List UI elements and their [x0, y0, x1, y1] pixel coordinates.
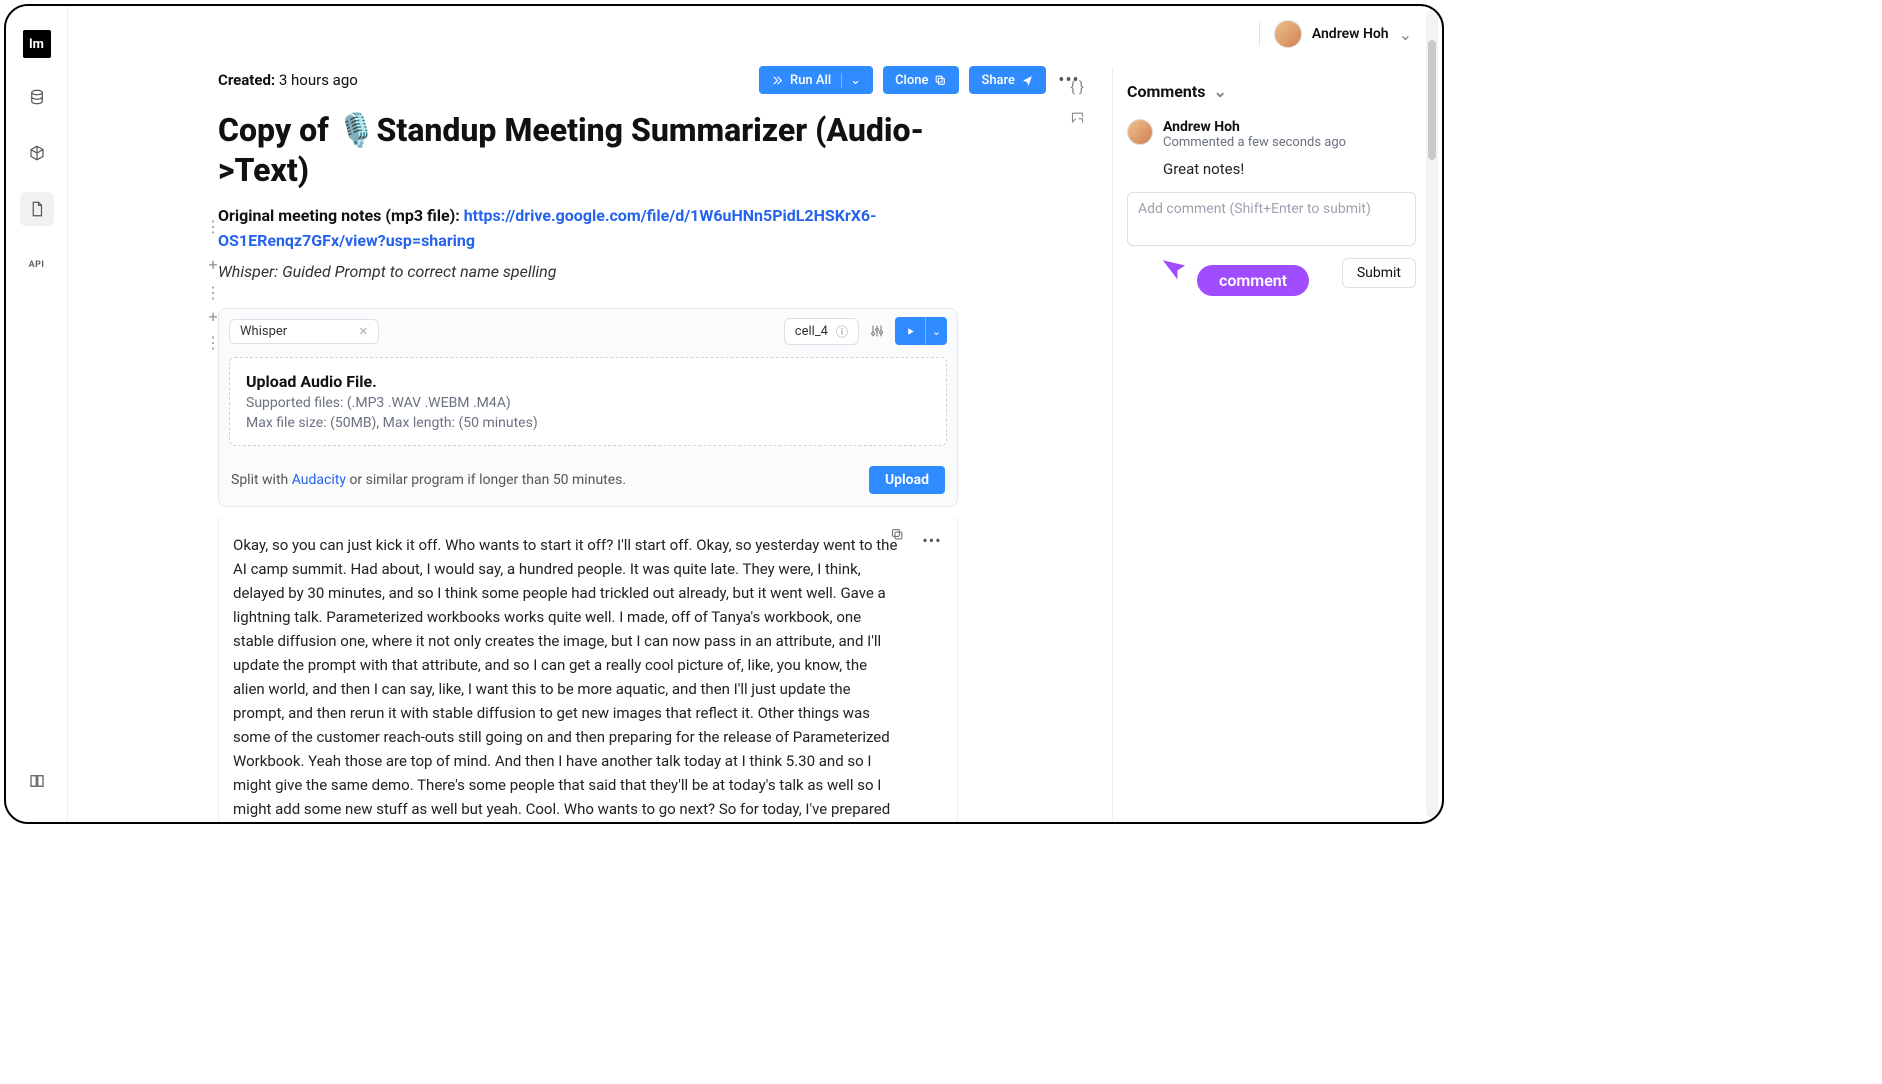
notes-prefix: Original meeting notes (mp3 file): [218, 206, 464, 225]
block-menu-icon[interactable]: ⋮ [203, 332, 223, 352]
created-value: 3 hours ago [279, 71, 358, 89]
submit-button[interactable]: Submit [1342, 258, 1416, 288]
run-cell-dropdown[interactable]: ⌄ [925, 317, 947, 345]
upload-supported: Supported files: (.MP3 .WAV .WEBM .M4A) [246, 395, 930, 411]
whisper-cell: Whisper ✕ cell_4 ⓘ ⌄ [218, 308, 958, 507]
braces-icon[interactable]: { } [1070, 78, 1084, 96]
clone-button[interactable]: Clone [883, 66, 959, 94]
annotation-pill: comment [1197, 265, 1309, 296]
run-all-button[interactable]: Run All ⌄ [759, 66, 873, 94]
comments-panel: Comments ⌄ Andrew Hoh Commented a few se… [1112, 68, 1422, 822]
page-scrollbar[interactable] [1426, 10, 1438, 818]
comment-time: Commented a few seconds ago [1163, 135, 1346, 150]
output-more-icon[interactable]: ••• [919, 527, 945, 553]
chevron-down-icon[interactable]: ⌄ [841, 73, 861, 88]
upload-button[interactable]: Upload [869, 466, 945, 494]
comment-item: Andrew Hoh Commented a few seconds ago G… [1127, 119, 1416, 178]
comment-text: Great notes! [1163, 160, 1346, 178]
user-name: Andrew Hoh [1312, 26, 1389, 42]
share-label: Share [981, 73, 1015, 88]
whisper-note: Whisper: Guided Prompt to correct name s… [218, 260, 918, 285]
cell-id-chip[interactable]: cell_4 ⓘ [784, 318, 859, 345]
doc-side-tools: { } [1062, 78, 1092, 129]
nav-database-icon[interactable] [20, 80, 54, 114]
divider [1259, 22, 1260, 46]
cell-id-value: cell_4 [795, 324, 828, 339]
created-label: Created: [218, 71, 275, 89]
block-gutter: ⋮ [198, 216, 228, 236]
copy-icon[interactable] [890, 527, 905, 553]
clone-label: Clone [895, 73, 928, 88]
comment-input[interactable]: Add comment (Shift+Enter to submit) [1127, 192, 1416, 246]
upload-dropzone[interactable]: Upload Audio File. Supported files: (.MP… [229, 357, 947, 446]
run-cell-button[interactable] [895, 317, 925, 345]
transcript-text: Okay, so you can just kick it off. Who w… [233, 533, 901, 822]
audacity-link[interactable]: Audacity [292, 472, 346, 488]
comments-heading[interactable]: Comments ⌄ [1127, 82, 1416, 101]
add-block-icon[interactable]: + [203, 306, 223, 326]
block-menu-icon[interactable]: ⋮ [203, 282, 223, 302]
notes-paragraph: Original meeting notes (mp3 file): https… [218, 204, 918, 254]
created-meta: Created: 3 hours ago [218, 71, 358, 89]
block-menu-icon[interactable]: ⋮ [203, 216, 223, 236]
comments-heading-label: Comments [1127, 82, 1205, 101]
split-prefix: Split with [231, 472, 292, 488]
upload-label: Upload [885, 472, 929, 488]
chevron-down-icon[interactable]: ⌄ [1213, 82, 1226, 101]
transcript-output: ••• Okay, so you can just kick it off. W… [218, 517, 958, 822]
cell-tag-value: Whisper [240, 324, 287, 339]
clear-tag-icon[interactable]: ✕ [359, 325, 368, 338]
nav-cube-icon[interactable] [20, 136, 54, 170]
avatar [1274, 20, 1302, 48]
cell-tag-input[interactable]: Whisper ✕ [229, 319, 379, 344]
comment-author: Andrew Hoh [1163, 119, 1346, 135]
nav-docs-icon[interactable] [20, 764, 54, 798]
submit-label: Submit [1357, 265, 1401, 281]
share-out-icon[interactable] [1070, 110, 1085, 129]
split-hint: Split with Audacity or similar program i… [231, 472, 626, 488]
nav-api-label[interactable]: API [20, 248, 54, 282]
split-suffix: or similar program if longer than 50 min… [346, 472, 626, 488]
tune-icon[interactable] [869, 323, 885, 339]
upload-title: Upload Audio File. [246, 372, 930, 391]
share-button[interactable]: Share [969, 66, 1046, 94]
scrollbar-thumb[interactable] [1428, 40, 1436, 160]
chevron-down-icon[interactable]: ⌄ [1399, 25, 1412, 44]
page-title: Copy of 🎙️Standup Meeting Summarizer (Au… [218, 110, 948, 190]
app-logo[interactable]: lm [23, 30, 51, 58]
document-main: { } Created: 3 hours ago Run All ⌄ Clone [68, 6, 1102, 822]
run-all-label: Run All [790, 73, 831, 88]
add-block-icon[interactable]: + [203, 254, 223, 274]
left-nav-rail: lm API [6, 6, 68, 822]
upload-limits: Max file size: (50MB), Max length: (50 m… [246, 415, 930, 431]
nav-document-icon[interactable] [20, 192, 54, 226]
avatar [1127, 119, 1153, 145]
info-icon[interactable]: ⓘ [836, 323, 848, 340]
user-menu[interactable]: Andrew Hoh ⌄ [1259, 20, 1412, 48]
